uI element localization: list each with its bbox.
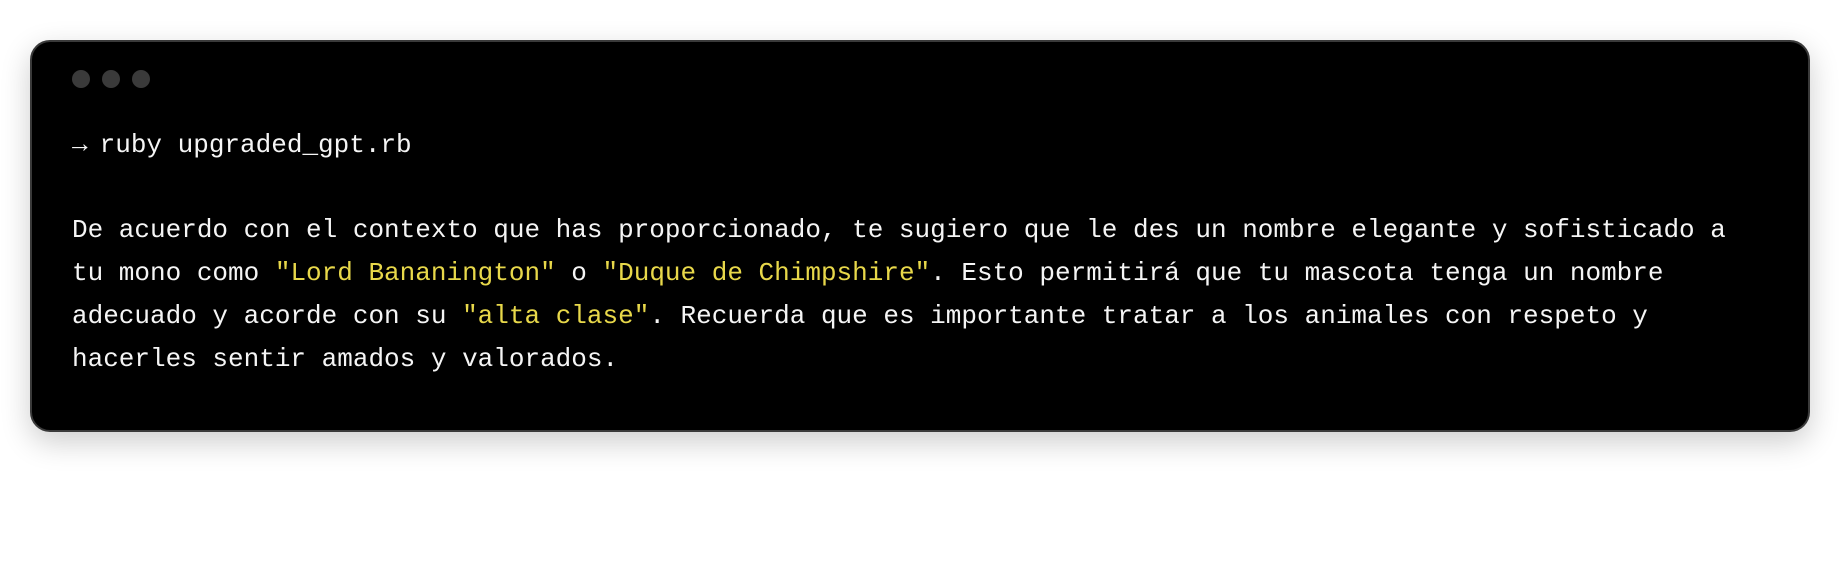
prompt-arrow-icon: → — [72, 124, 88, 167]
window-control-close[interactable] — [72, 70, 90, 88]
window-control-minimize[interactable] — [102, 70, 120, 88]
terminal-output: De acuerdo con el contexto que has propo… — [72, 209, 1768, 381]
window-control-maximize[interactable] — [132, 70, 150, 88]
prompt-line: → ruby upgraded_gpt.rb — [72, 124, 1768, 167]
output-highlight-3: "alta clase" — [462, 301, 649, 331]
window-controls — [72, 70, 1768, 88]
command-text: ruby upgraded_gpt.rb — [100, 124, 412, 167]
output-highlight-1: "Lord Bananington" — [275, 258, 556, 288]
terminal-window: → ruby upgraded_gpt.rb De acuerdo con el… — [30, 40, 1810, 432]
output-text-2: o — [556, 258, 603, 288]
output-highlight-2: "Duque de Chimpshire" — [603, 258, 931, 288]
